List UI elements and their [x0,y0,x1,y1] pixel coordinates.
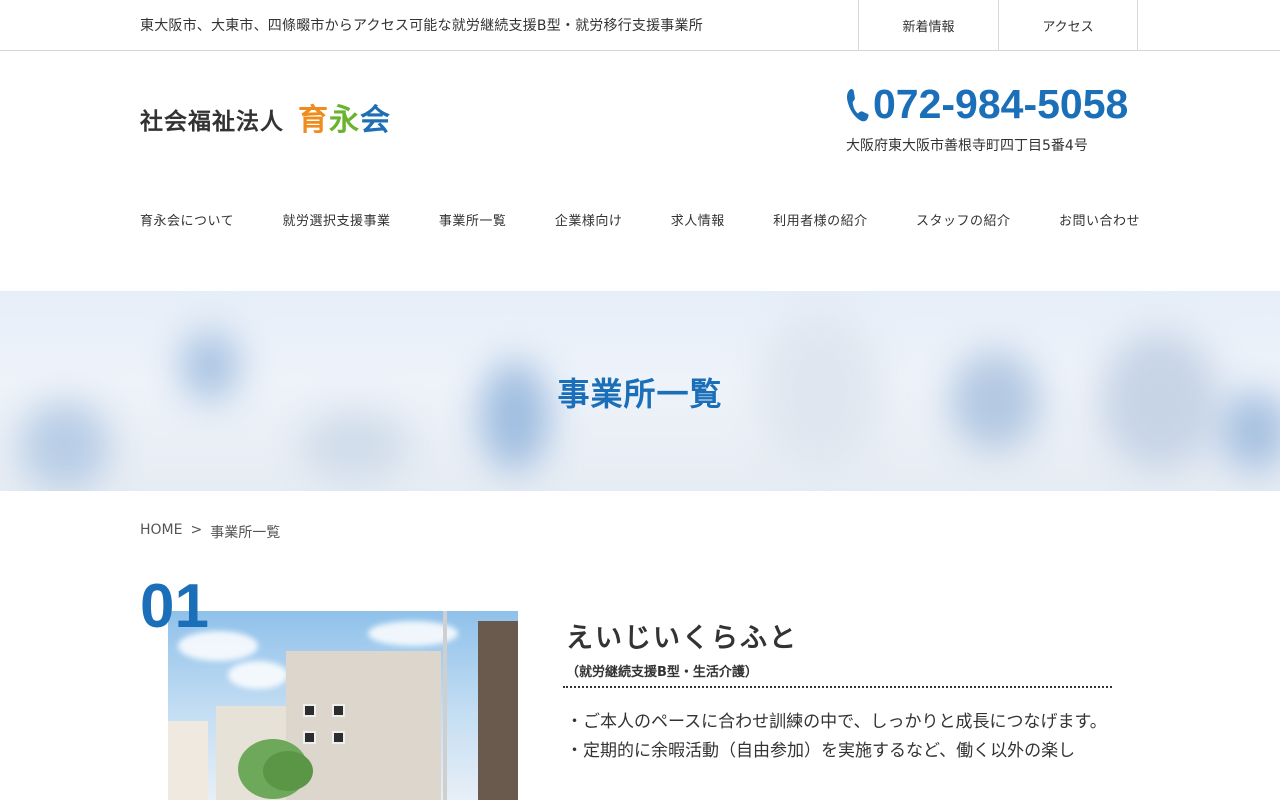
global-nav: 育永会について 就労選択支援事業 事業所一覧 企業様向け 求人情報 利用者様の紹… [140,210,1140,229]
nav-item-users[interactable]: 利用者様の紹介 [773,210,868,229]
logo-char-1: 育 [298,103,329,138]
hero-bokeh [300,411,410,481]
office-photo [168,611,518,800]
nav-item-about[interactable]: 育永会について [140,210,234,229]
breadcrumb-separator: > [190,522,203,538]
nav-item-recruit[interactable]: 求人情報 [671,210,725,229]
phone-link[interactable]: 072-984-5058 [845,84,1128,125]
photo-right-house [478,621,518,800]
phone-icon [847,88,869,121]
address: 大阪府東大阪市善根寺町四丁目5番4号 [846,138,1088,154]
list-item: ・定期的に余暇活動（自由参加）を実施するなど、働く以外の楽し [566,740,1076,761]
photo-tree [263,751,313,791]
hero-banner: 事業所一覧 [0,291,1280,491]
nav-item-staff[interactable]: スタッフの紹介 [916,210,1011,229]
photo-window [303,731,316,744]
photo-neighbor-house [168,721,208,800]
breadcrumb-home[interactable]: HOME [140,522,182,542]
nav-item-companies[interactable]: 企業様向け [555,210,623,229]
photo-window [332,731,345,744]
logo-name: 育永会 [298,104,391,137]
dotted-divider [563,686,1112,688]
breadcrumb: HOME > 事業所一覧 [140,522,280,542]
office-name: えいじいくらふと [566,623,798,654]
list-item: ・ご本人のペースに合わせ訓練の中で、しっかりと成長につなげます。 [566,712,1107,732]
logo-char-2: 永 [329,103,360,138]
access-link[interactable]: アクセス [998,0,1138,50]
logo-char-3: 会 [360,103,391,138]
office-type: （就労継続支援B型・生活介護） [566,665,758,680]
nav-item-contact[interactable]: お問い合わせ [1059,210,1140,229]
office-description: ・ご本人のペースに合わせ訓練の中で、しっかりと成長につなげます。 ・定期的に余暇… [566,708,1126,765]
photo-cloud [228,661,288,689]
photo-utility-pole [443,611,447,800]
breadcrumb-current: 事業所一覧 [210,525,281,541]
phone-number: 072-984-5058 [873,81,1129,127]
site-logo[interactable]: 社会福祉法人 育永会 [140,104,391,137]
photo-window [303,704,316,717]
site-tagline: 東大阪市、大東市、四條畷市からアクセス可能な就労継続支援B型・就労移行支援事業所 [140,18,703,34]
nav-item-employment-selection[interactable]: 就労選択支援事業 [283,210,391,229]
office-number: 01 [140,572,209,641]
top-bar: 東大阪市、大東市、四條畷市からアクセス可能な就労継続支援B型・就労移行支援事業所… [0,0,1280,51]
nav-item-offices[interactable]: 事業所一覧 [439,210,507,229]
page-title: 事業所一覧 [557,375,723,413]
logo-corp-label: 社会福祉法人 [140,109,284,136]
photo-window [332,704,345,717]
news-link[interactable]: 新着情報 [858,0,998,50]
